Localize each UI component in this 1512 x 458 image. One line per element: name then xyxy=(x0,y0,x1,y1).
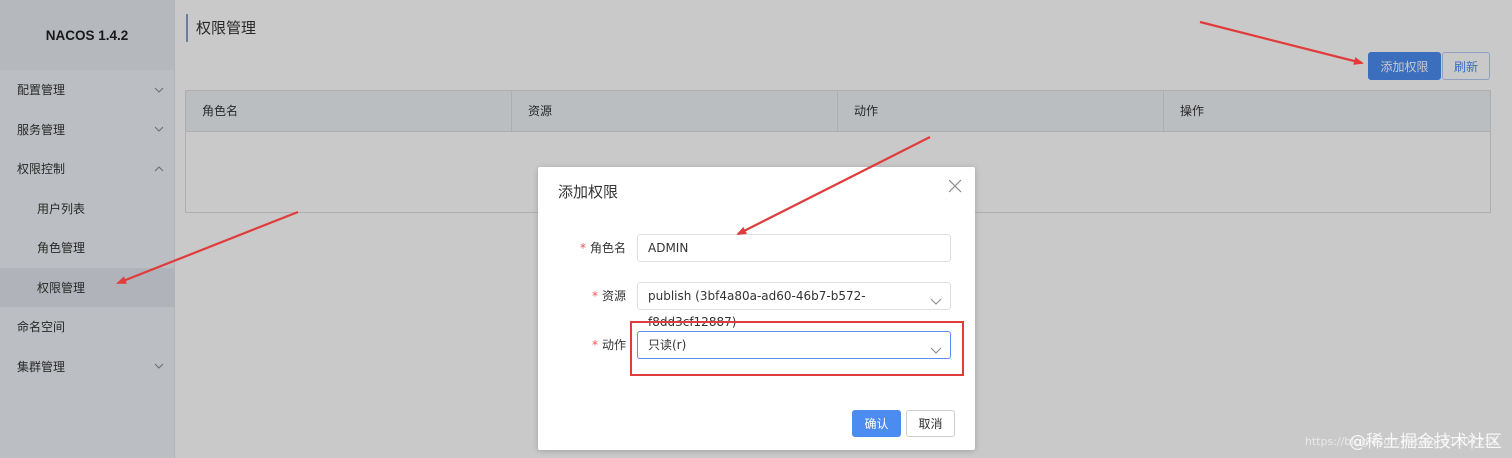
required-marker: * xyxy=(591,289,598,303)
role-input[interactable]: ADMIN xyxy=(637,234,951,262)
action-label: * 动作 xyxy=(592,331,626,359)
chevron-down-icon xyxy=(930,290,942,305)
action-label-text: 动作 xyxy=(601,338,626,352)
resource-select[interactable]: publish (3bf4a80a-ad60-46b7-b572-f8dd3cf… xyxy=(637,282,951,329)
close-icon[interactable] xyxy=(947,179,963,195)
required-marker: * xyxy=(591,338,598,352)
watermark-text: @稀土掘金技术社区 xyxy=(1349,432,1502,452)
dialog-title: 添加权限 xyxy=(558,183,619,201)
cancel-button[interactable]: 取消 xyxy=(906,410,955,437)
role-label-text: 角色名 xyxy=(589,241,626,255)
role-label: * 角色名 xyxy=(580,234,626,262)
form-row-resource: * 资源 publish (3bf4a80a-ad60-46b7-b572-f8d… xyxy=(538,282,975,329)
resource-label: * 资源 xyxy=(592,282,626,310)
add-permission-dialog: 添加权限 * 角色名 ADMIN * 资源 publish (3bf4a80a-ad… xyxy=(538,167,975,450)
form-row-role: * 角色名 ADMIN xyxy=(538,234,975,262)
required-marker: * xyxy=(579,241,586,255)
confirm-button[interactable]: 确认 xyxy=(852,410,901,437)
resource-label-text: 资源 xyxy=(601,289,626,303)
annotation-highlight-box xyxy=(630,321,964,376)
